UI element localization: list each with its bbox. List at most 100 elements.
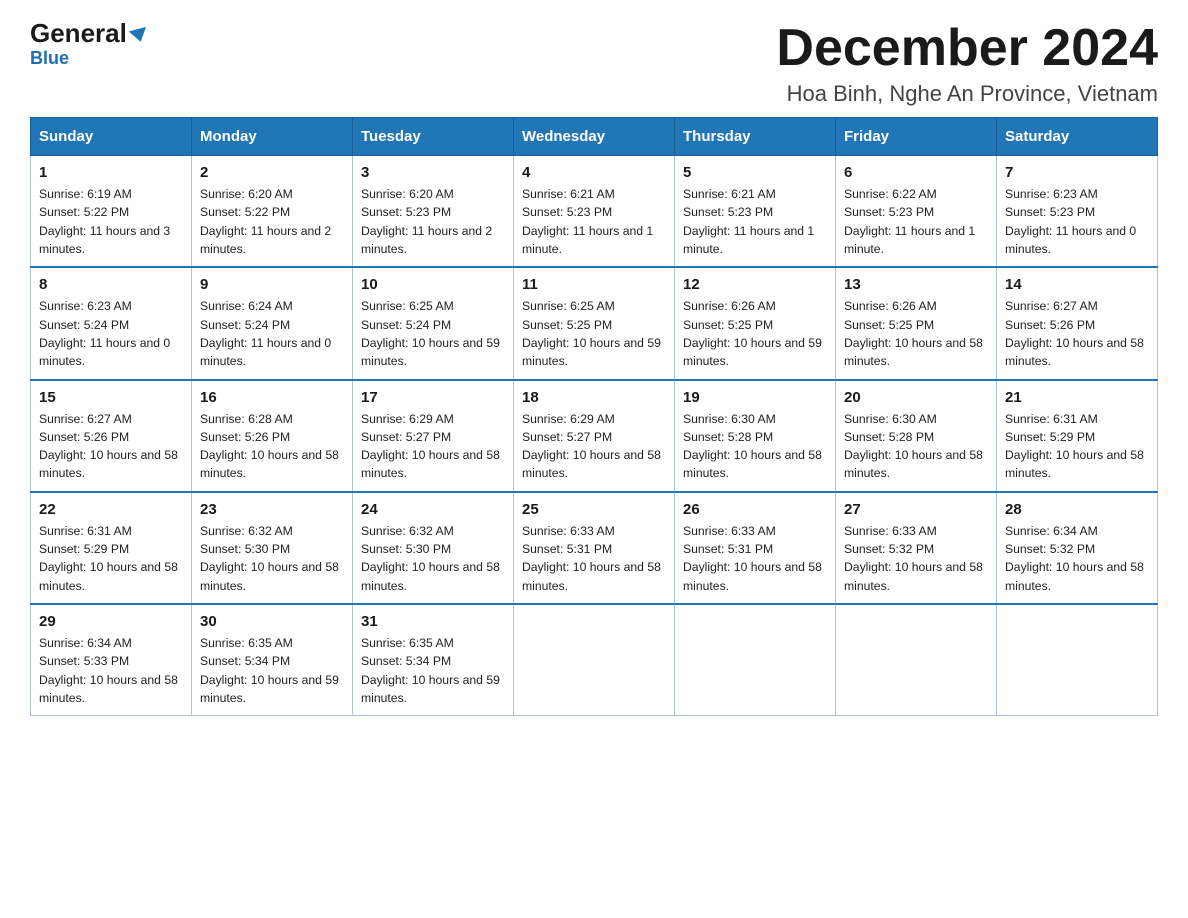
day-info: Sunrise: 6:29 AMSunset: 5:27 PMDaylight:… (522, 410, 666, 483)
day-number: 31 (361, 613, 505, 630)
day-info: Sunrise: 6:31 AMSunset: 5:29 PMDaylight:… (1005, 410, 1149, 483)
calendar-title: December 2024 (776, 20, 1158, 77)
day-number: 24 (361, 501, 505, 518)
table-row: 6Sunrise: 6:22 AMSunset: 5:23 PMDaylight… (836, 156, 997, 268)
table-row: 7 Sunrise: 6:23 AMSunset: 5:23 PMDaylight… (997, 156, 1158, 268)
logo-sub: Blue (30, 48, 69, 69)
calendar-table: Sunday Monday Tuesday Wednesday Thursday… (30, 117, 1158, 716)
page-header: General Blue December 2024 Hoa Binh, Ngh… (30, 20, 1158, 107)
col-friday: Friday (836, 118, 997, 156)
table-row: 24Sunrise: 6:32 AMSunset: 5:30 PMDayligh… (353, 492, 514, 604)
table-row: 30 Sunrise: 6:35 AMSunset: 5:34 PMDayligh… (192, 604, 353, 716)
day-number: 4 (522, 164, 666, 181)
table-row: 14 Sunrise: 6:27 AMSunset: 5:26 PMDayligh… (997, 267, 1158, 379)
table-row (997, 604, 1158, 716)
col-thursday: Thursday (675, 118, 836, 156)
logo-text: General (30, 20, 148, 46)
day-info: Sunrise: 6:21 AMSunset: 5:23 PMDaylight:… (683, 185, 827, 258)
day-info: Sunrise: 6:30 AMSunset: 5:28 PMDaylight:… (844, 410, 988, 483)
col-sunday: Sunday (31, 118, 192, 156)
day-info: Sunrise: 6:25 AMSunset: 5:24 PMDaylight:… (361, 297, 505, 370)
table-row: 25 Sunrise: 6:33 AMSunset: 5:31 PMDayligh… (514, 492, 675, 604)
table-row: 16 Sunrise: 6:28 AMSunset: 5:26 PMDayligh… (192, 380, 353, 492)
day-info: Sunrise: 6:35 AMSunset: 5:34 PMDaylight:… (200, 634, 344, 707)
table-row: 23Sunrise: 6:32 AMSunset: 5:30 PMDayligh… (192, 492, 353, 604)
logo: General Blue (30, 20, 148, 69)
day-info: Sunrise: 6:34 AMSunset: 5:32 PMDaylight:… (1005, 522, 1149, 595)
day-number: 16 (200, 389, 344, 406)
calendar-row: 1 Sunrise: 6:19 AMSunset: 5:22 PMDaylight… (31, 156, 1158, 268)
table-row: 10 Sunrise: 6:25 AMSunset: 5:24 PMDayligh… (353, 267, 514, 379)
table-row: 22 Sunrise: 6:31 AMSunset: 5:29 PMDayligh… (31, 492, 192, 604)
table-row (836, 604, 997, 716)
table-row: 18 Sunrise: 6:29 AMSunset: 5:27 PMDayligh… (514, 380, 675, 492)
day-number: 11 (522, 276, 666, 293)
table-row: 12 Sunrise: 6:26 AMSunset: 5:25 PMDayligh… (675, 267, 836, 379)
day-info: Sunrise: 6:33 AMSunset: 5:32 PMDaylight:… (844, 522, 988, 595)
day-info: Sunrise: 6:34 AMSunset: 5:33 PMDaylight:… (39, 634, 183, 707)
table-row: 4 Sunrise: 6:21 AMSunset: 5:23 PMDaylight… (514, 156, 675, 268)
day-number: 10 (361, 276, 505, 293)
table-row: 28 Sunrise: 6:34 AMSunset: 5:32 PMDayligh… (997, 492, 1158, 604)
day-info: Sunrise: 6:28 AMSunset: 5:26 PMDaylight:… (200, 410, 344, 483)
day-number: 5 (683, 164, 827, 181)
day-number: 2 (200, 164, 344, 181)
day-number: 27 (844, 501, 988, 518)
calendar-row: 15Sunrise: 6:27 AMSunset: 5:26 PMDayligh… (31, 380, 1158, 492)
day-number: 14 (1005, 276, 1149, 293)
table-row: 8Sunrise: 6:23 AMSunset: 5:24 PMDaylight… (31, 267, 192, 379)
day-info: Sunrise: 6:27 AMSunset: 5:26 PMDaylight:… (1005, 297, 1149, 370)
day-info: Sunrise: 6:21 AMSunset: 5:23 PMDaylight:… (522, 185, 666, 258)
day-info: Sunrise: 6:33 AMSunset: 5:31 PMDaylight:… (683, 522, 827, 595)
table-row: 31 Sunrise: 6:35 AMSunset: 5:34 PMDayligh… (353, 604, 514, 716)
day-number: 15 (39, 389, 183, 406)
day-number: 18 (522, 389, 666, 406)
day-number: 20 (844, 389, 988, 406)
calendar-row: 29 Sunrise: 6:34 AMSunset: 5:33 PMDayligh… (31, 604, 1158, 716)
day-number: 19 (683, 389, 827, 406)
day-number: 12 (683, 276, 827, 293)
day-info: Sunrise: 6:20 AMSunset: 5:22 PMDaylight:… (200, 185, 344, 258)
col-saturday: Saturday (997, 118, 1158, 156)
calendar-subtitle: Hoa Binh, Nghe An Province, Vietnam (776, 81, 1158, 107)
day-info: Sunrise: 6:19 AMSunset: 5:22 PMDaylight:… (39, 185, 183, 258)
day-number: 9 (200, 276, 344, 293)
day-info: Sunrise: 6:32 AMSunset: 5:30 PMDaylight:… (200, 522, 344, 595)
day-info: Sunrise: 6:26 AMSunset: 5:25 PMDaylight:… (683, 297, 827, 370)
day-info: Sunrise: 6:20 AMSunset: 5:23 PMDaylight:… (361, 185, 505, 258)
table-row: 26 Sunrise: 6:33 AMSunset: 5:31 PMDayligh… (675, 492, 836, 604)
day-info: Sunrise: 6:29 AMSunset: 5:27 PMDaylight:… (361, 410, 505, 483)
day-info: Sunrise: 6:25 AMSunset: 5:25 PMDaylight:… (522, 297, 666, 370)
day-info: Sunrise: 6:24 AMSunset: 5:24 PMDaylight:… (200, 297, 344, 370)
table-row: 20 Sunrise: 6:30 AMSunset: 5:28 PMDayligh… (836, 380, 997, 492)
title-area: December 2024 Hoa Binh, Nghe An Province… (776, 20, 1158, 107)
table-row: 21Sunrise: 6:31 AMSunset: 5:29 PMDayligh… (997, 380, 1158, 492)
table-row: 13Sunrise: 6:26 AMSunset: 5:25 PMDayligh… (836, 267, 997, 379)
header-row: Sunday Monday Tuesday Wednesday Thursday… (31, 118, 1158, 156)
day-number: 1 (39, 164, 183, 181)
table-row: 29 Sunrise: 6:34 AMSunset: 5:33 PMDayligh… (31, 604, 192, 716)
table-row: 2 Sunrise: 6:20 AMSunset: 5:22 PMDaylight… (192, 156, 353, 268)
day-info: Sunrise: 6:33 AMSunset: 5:31 PMDaylight:… (522, 522, 666, 595)
col-tuesday: Tuesday (353, 118, 514, 156)
day-info: Sunrise: 6:23 AMSunset: 5:23 PMDaylight:… (1005, 185, 1149, 258)
day-number: 22 (39, 501, 183, 518)
calendar-row: 8Sunrise: 6:23 AMSunset: 5:24 PMDaylight… (31, 267, 1158, 379)
table-row: 11 Sunrise: 6:25 AMSunset: 5:25 PMDayligh… (514, 267, 675, 379)
day-number: 3 (361, 164, 505, 181)
day-number: 7 (1005, 164, 1149, 181)
day-info: Sunrise: 6:35 AMSunset: 5:34 PMDaylight:… (361, 634, 505, 707)
day-number: 28 (1005, 501, 1149, 518)
day-info: Sunrise: 6:31 AMSunset: 5:29 PMDaylight:… (39, 522, 183, 595)
day-number: 25 (522, 501, 666, 518)
day-number: 29 (39, 613, 183, 630)
table-row: 1 Sunrise: 6:19 AMSunset: 5:22 PMDaylight… (31, 156, 192, 268)
table-row (514, 604, 675, 716)
col-wednesday: Wednesday (514, 118, 675, 156)
table-row: 3 Sunrise: 6:20 AMSunset: 5:23 PMDaylight… (353, 156, 514, 268)
col-monday: Monday (192, 118, 353, 156)
calendar-row: 22 Sunrise: 6:31 AMSunset: 5:29 PMDayligh… (31, 492, 1158, 604)
table-row: 17Sunrise: 6:29 AMSunset: 5:27 PMDayligh… (353, 380, 514, 492)
day-number: 26 (683, 501, 827, 518)
day-number: 30 (200, 613, 344, 630)
